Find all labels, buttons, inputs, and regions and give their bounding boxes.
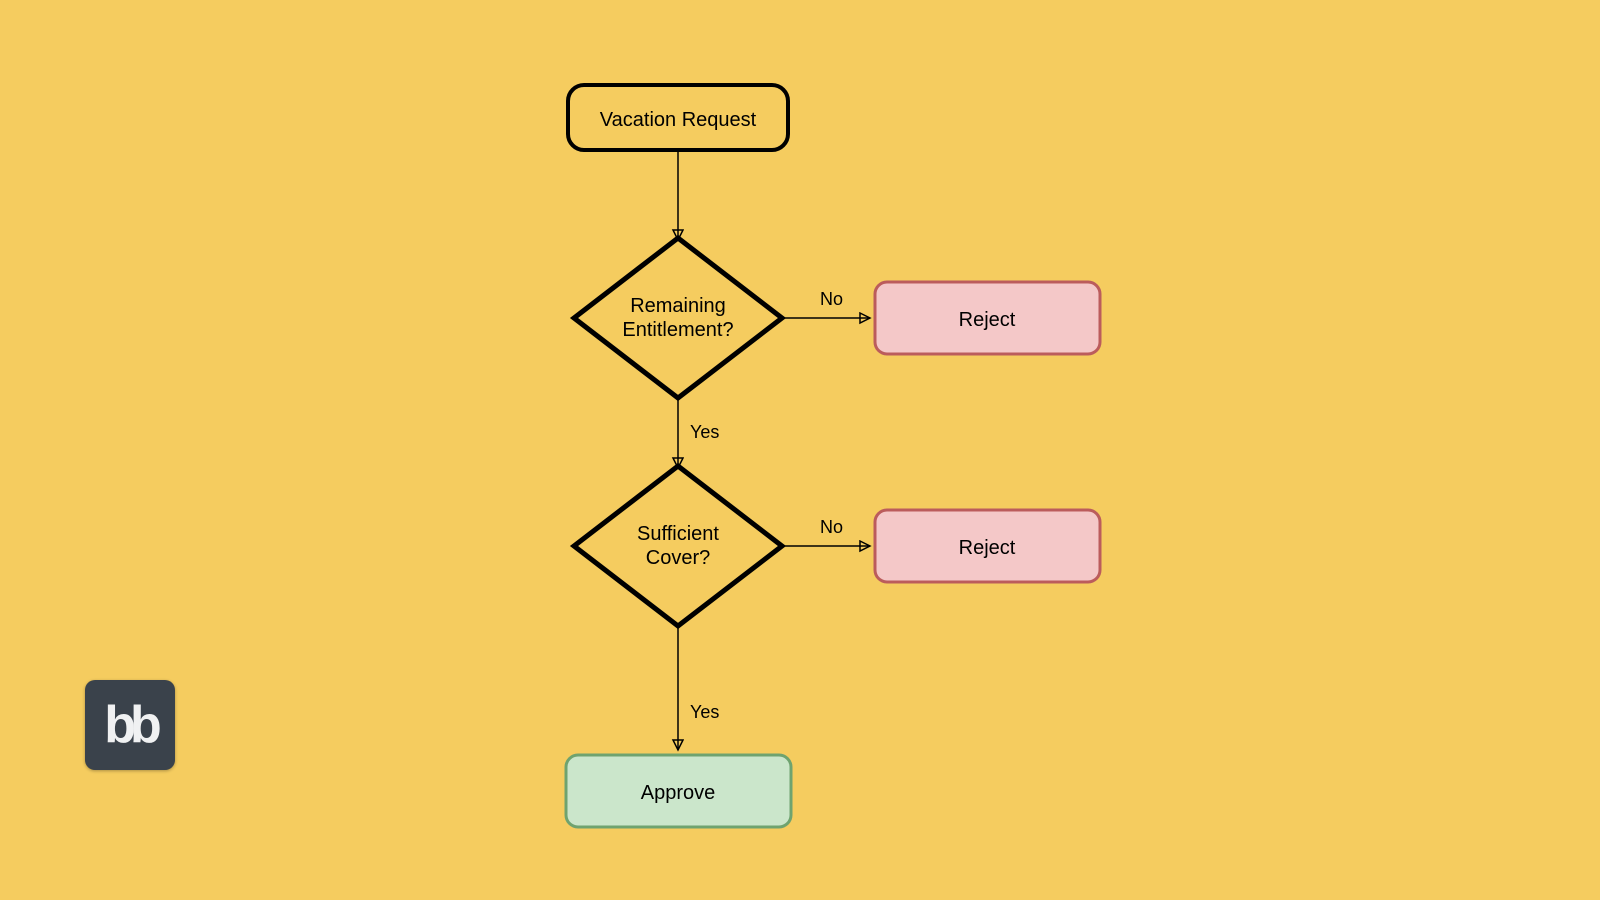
edge-dec2-reject2: No [782,517,870,546]
edge-dec1-dec2: Yes [678,398,719,468]
node-reject1: Reject [875,282,1100,354]
brand-logo: bb [85,680,175,770]
node-dec1: Remaining Entitlement? [574,238,782,398]
node-dec2: Sufficient Cover? [574,466,782,626]
edge-dec2-approve-label: Yes [690,702,719,722]
edge-dec1-reject1: No [782,289,870,318]
node-reject2-label: Reject [959,537,1016,559]
node-reject1-label: Reject [959,309,1016,331]
edge-dec2-approve: Yes [678,626,719,750]
node-dec2-label-line2: Cover? [646,547,710,569]
brand-logo-text: bb [104,699,156,751]
node-dec1-label-line1: Remaining [630,295,726,317]
edge-dec2-reject2-label: No [820,517,843,537]
node-dec1-label-line2: Entitlement? [622,319,733,341]
node-reject2: Reject [875,510,1100,582]
node-start: Vacation Request [568,85,788,150]
node-approve-label: Approve [641,782,716,804]
node-approve: Approve [566,755,791,827]
edge-dec1-reject1-label: No [820,289,843,309]
node-dec2-label-line1: Sufficient [637,523,719,545]
edge-dec1-dec2-label: Yes [690,422,719,442]
node-start-label: Vacation Request [600,109,757,131]
